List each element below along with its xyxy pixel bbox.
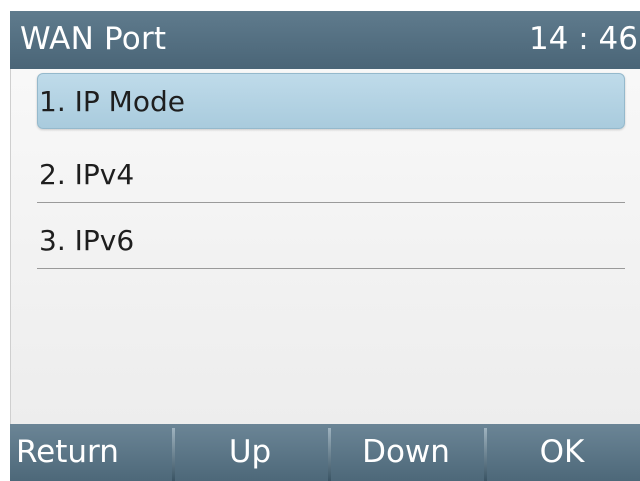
menu-item-ipv6[interactable]: 3. IPv6: [37, 213, 625, 269]
softkey-bar: Return Up Down OK: [10, 424, 640, 481]
menu-list: 1. IP Mode 2. IPv4 3. IPv6: [10, 69, 640, 424]
page-title: WAN Port: [20, 21, 167, 57]
ok-button[interactable]: OK: [484, 424, 640, 481]
down-button[interactable]: Down: [328, 424, 484, 481]
menu-item-label: 1. IP Mode: [39, 85, 185, 118]
menu-item-label: 3. IPv6: [39, 224, 135, 257]
up-button[interactable]: Up: [172, 424, 328, 481]
title-bar: WAN Port 14 : 46: [10, 11, 640, 69]
menu-item-ipv4[interactable]: 2. IPv4: [37, 147, 625, 203]
return-button[interactable]: Return: [10, 424, 172, 481]
menu-item-label: 2. IPv4: [39, 158, 135, 191]
phone-screen: WAN Port 14 : 46 1. IP Mode 2. IPv4 3. I…: [0, 0, 640, 481]
menu-item-ip-mode[interactable]: 1. IP Mode: [37, 73, 625, 129]
clock: 14 : 46: [528, 21, 638, 57]
